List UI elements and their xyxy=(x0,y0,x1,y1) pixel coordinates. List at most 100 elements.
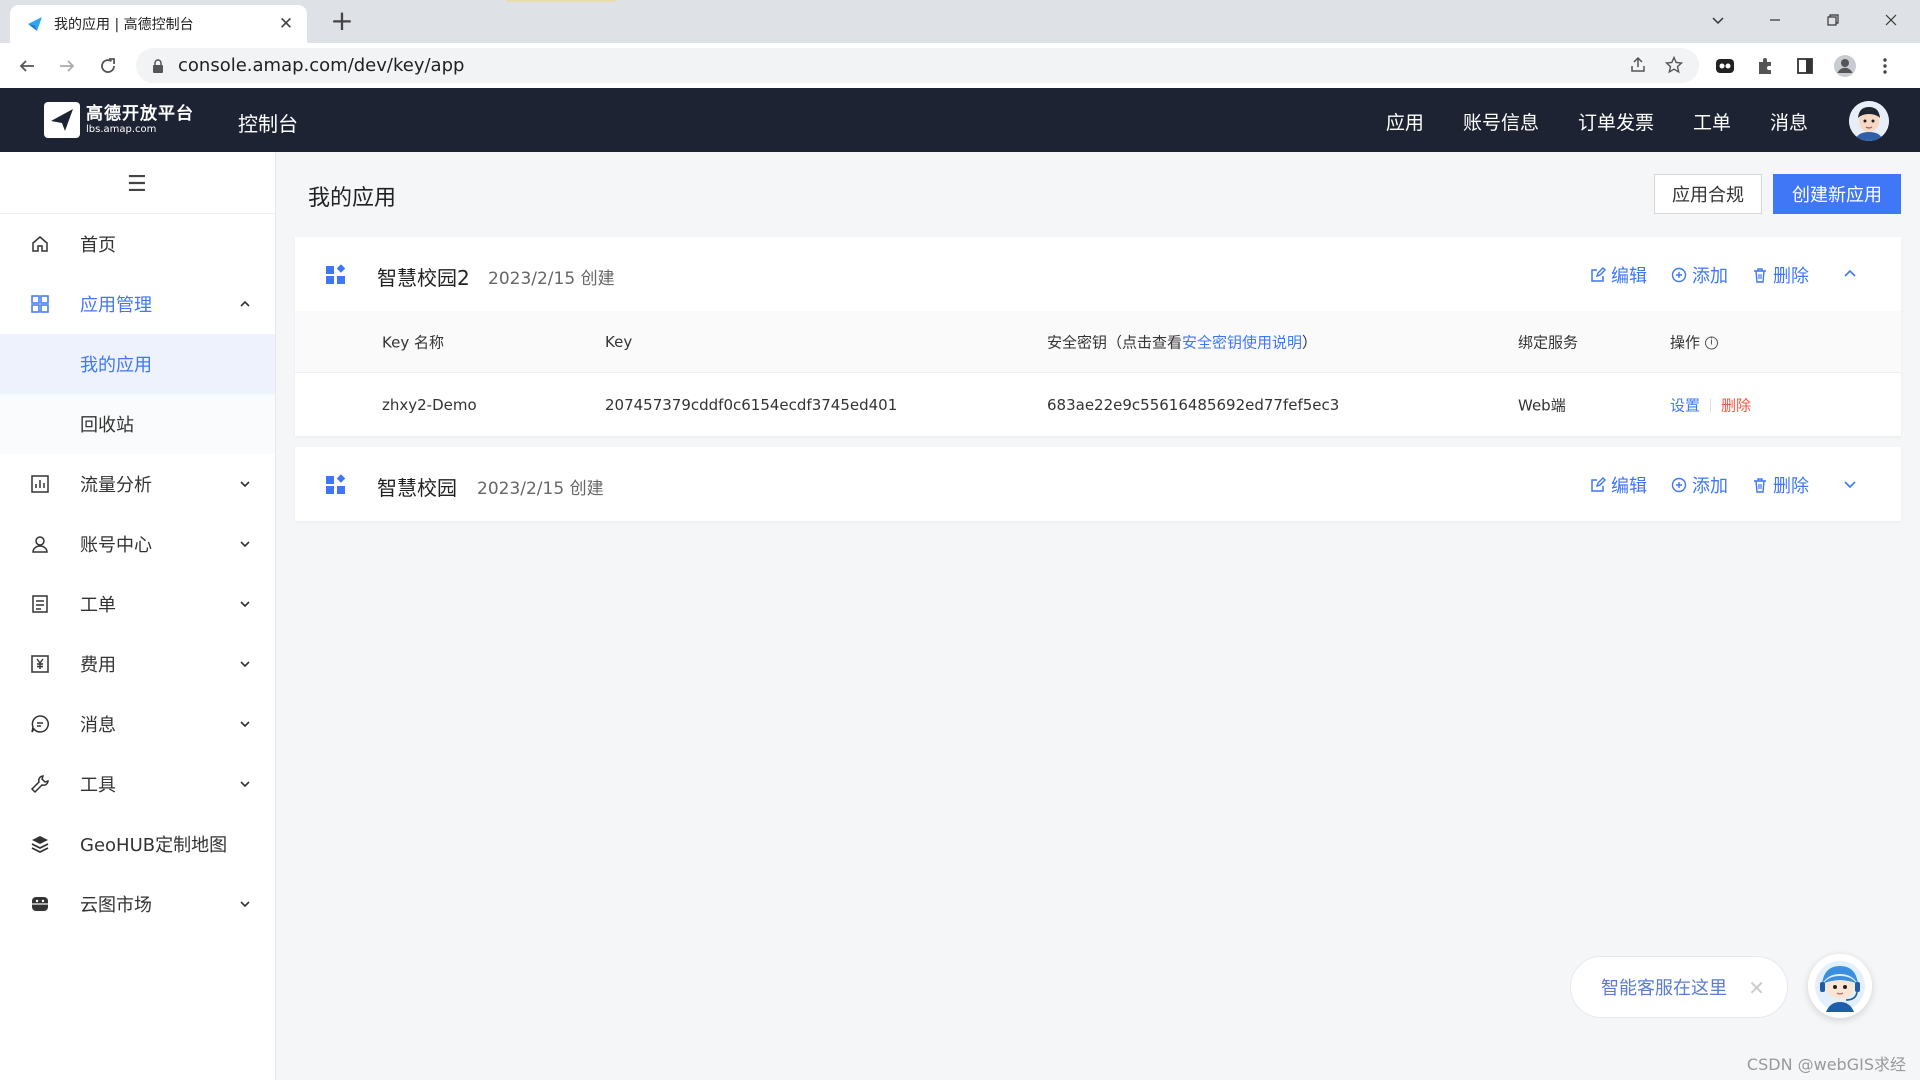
address-bar[interactable]: console.amap.com/dev/key/app xyxy=(136,48,1699,83)
key-table: Key 名称 Key 安全密钥（点击查看安全密钥使用说明） 绑定服务 操作 i z… xyxy=(295,311,1901,436)
chevron-down-icon xyxy=(240,901,250,908)
forward-button[interactable] xyxy=(52,51,82,81)
console-label[interactable]: 控制台 xyxy=(238,108,298,137)
app-card: 智慧校园2 2023/2/15 创建 编辑 添加 删除 Key 名称 Key 安… xyxy=(295,237,1901,436)
grid-icon xyxy=(28,292,52,316)
sidebar-item-messages[interactable]: 消息 xyxy=(0,694,275,754)
app-name: 智慧校园2 xyxy=(377,266,470,290)
tab-strip-highlight xyxy=(506,0,616,2)
sidebar-item-label: 消息 xyxy=(80,715,116,736)
message-icon xyxy=(28,712,52,736)
yuan-icon xyxy=(28,652,52,676)
edit-icon xyxy=(1591,477,1606,492)
reload-button[interactable] xyxy=(93,51,123,81)
sidebar-item-label: 工单 xyxy=(80,595,116,616)
back-button[interactable] xyxy=(12,51,42,81)
sidebar-item-label: 工具 xyxy=(80,775,116,796)
key-name-cell: zhxy2-Demo xyxy=(382,395,477,414)
secret-usage-link[interactable]: 安全密钥使用说明 xyxy=(1182,333,1302,351)
topnav-account-info[interactable]: 账号信息 xyxy=(1463,108,1539,135)
amap-logo[interactable]: 高德开放平台 lbs.amap.com xyxy=(43,101,194,139)
chevron-down-icon xyxy=(240,541,250,548)
chevron-down-icon xyxy=(240,661,250,668)
layers-icon xyxy=(28,832,52,856)
trash-icon xyxy=(1754,268,1766,283)
chat-assistant-avatar[interactable] xyxy=(1808,954,1872,1018)
close-window-button[interactable] xyxy=(1868,5,1914,35)
sidebar-item-geohub[interactable]: GeoHUB定制地图 xyxy=(0,814,275,874)
sidebar-item-label: 云图市场 xyxy=(80,895,152,916)
page-title: 我的应用 xyxy=(308,186,397,211)
home-icon xyxy=(28,232,52,256)
delete-app-button[interactable]: 删除 xyxy=(1752,472,1809,498)
service-cell: Web端 xyxy=(1518,396,1566,414)
edit-app-button[interactable]: 编辑 xyxy=(1590,472,1647,498)
bookmark-star-icon[interactable] xyxy=(1661,52,1687,78)
add-key-button[interactable]: 添加 xyxy=(1671,472,1728,498)
app-icon xyxy=(326,264,346,284)
restore-button[interactable] xyxy=(1810,5,1856,35)
user-avatar[interactable] xyxy=(1849,101,1889,141)
topnav-orders-invoices[interactable]: 订单发票 xyxy=(1578,108,1654,135)
sidebar-subitem-my-apps[interactable]: 我的应用 xyxy=(0,334,275,394)
sidebar-item-account-center[interactable]: 账号中心 xyxy=(0,514,275,574)
lock-icon xyxy=(153,58,163,73)
chevron-down-icon xyxy=(240,721,250,728)
profile-icon[interactable] xyxy=(1830,51,1860,81)
share-icon[interactable] xyxy=(1625,52,1651,78)
browser-tab[interactable]: 我的应用 | 高德控制台 ✕ xyxy=(10,5,307,43)
chevron-down-icon xyxy=(240,481,250,488)
ticket-icon xyxy=(28,592,52,616)
browser-menu-icon[interactable] xyxy=(1870,51,1900,81)
sidebar-subitem-recycle-bin[interactable]: 回收站 xyxy=(0,394,275,454)
extension-badge-icon[interactable] xyxy=(1710,51,1740,81)
side-panel-icon[interactable] xyxy=(1790,51,1820,81)
info-icon[interactable]: i xyxy=(1705,336,1719,349)
chevron-down-icon[interactable] xyxy=(1841,475,1859,493)
url-text: console.amap.com/dev/key/app xyxy=(178,55,465,76)
chevron-up-icon[interactable] xyxy=(1841,265,1859,283)
create-app-button[interactable]: 创建新应用 xyxy=(1773,174,1901,214)
table-row: zhxy2-Demo 207457379cddf0c6154ecdf3745ed… xyxy=(295,373,1901,436)
topnav-tickets[interactable]: 工单 xyxy=(1693,108,1731,135)
sidebar-item-billing[interactable]: 费用 xyxy=(0,634,275,694)
new-tab-button[interactable]: + xyxy=(327,6,357,36)
app-compliance-button[interactable]: 应用合规 xyxy=(1654,174,1762,214)
chevron-down-icon xyxy=(240,781,250,788)
minimize-button[interactable] xyxy=(1752,5,1798,35)
col-secret: 安全密钥（点击查看安全密钥使用说明） xyxy=(1047,333,1318,351)
extensions-puzzle-icon[interactable] xyxy=(1750,51,1780,81)
sidebar-item-tickets[interactable]: 工单 xyxy=(0,574,275,634)
close-icon[interactable]: ✕ xyxy=(1748,976,1765,1000)
secret-cell: 683ae22e9c55616485692ed77fef5ec3 xyxy=(1047,395,1340,414)
chat-assistant-bubble[interactable]: 智能客服在这里 ✕ xyxy=(1570,956,1788,1018)
app-card: 智慧校园 2023/2/15 创建 编辑 添加 删除 xyxy=(295,447,1901,521)
amap-favicon-icon xyxy=(28,17,42,31)
sidebar-item-app-management[interactable]: 应用管理 xyxy=(0,274,275,334)
top-nav: 应用 账号信息 订单发票 工单 消息 xyxy=(1347,108,1808,135)
app-created-date: 2023/2/15 创建 xyxy=(488,269,615,289)
sidebar-item-cloud-map-market[interactable]: 云图市场 xyxy=(0,874,275,934)
key-delete-link[interactable]: 删除 xyxy=(1721,396,1751,414)
store-icon xyxy=(28,892,52,916)
sidebar-item-label: 费用 xyxy=(80,655,116,676)
key-settings-link[interactable]: 设置 xyxy=(1670,396,1700,414)
menu-collapse-icon[interactable]: ☰ xyxy=(127,172,147,197)
delete-app-button[interactable]: 删除 xyxy=(1752,262,1809,288)
chevron-down-icon xyxy=(240,601,250,608)
sidebar-item-tools[interactable]: 工具 xyxy=(0,754,275,814)
tab-close-icon[interactable]: ✕ xyxy=(277,14,295,34)
edit-app-button[interactable]: 编辑 xyxy=(1590,262,1647,288)
col-bound-service: 绑定服务 xyxy=(1518,333,1579,351)
topnav-apps[interactable]: 应用 xyxy=(1386,108,1424,135)
add-key-button[interactable]: 添加 xyxy=(1671,262,1728,288)
sidebar-item-traffic-analysis[interactable]: 流量分析 xyxy=(0,454,275,514)
topnav-messages[interactable]: 消息 xyxy=(1770,108,1808,135)
add-circle-icon xyxy=(1671,477,1687,493)
table-header-row: Key 名称 Key 安全密钥（点击查看安全密钥使用说明） 绑定服务 操作 i xyxy=(295,311,1901,373)
sidebar-item-label: 流量分析 xyxy=(80,475,152,496)
tab-search-icon[interactable] xyxy=(1695,5,1741,35)
chevron-up-icon xyxy=(240,300,250,307)
sidebar-item-home[interactable]: 首页 xyxy=(0,214,275,274)
browser-tab-bar: 我的应用 | 高德控制台 ✕ + xyxy=(0,0,1920,43)
